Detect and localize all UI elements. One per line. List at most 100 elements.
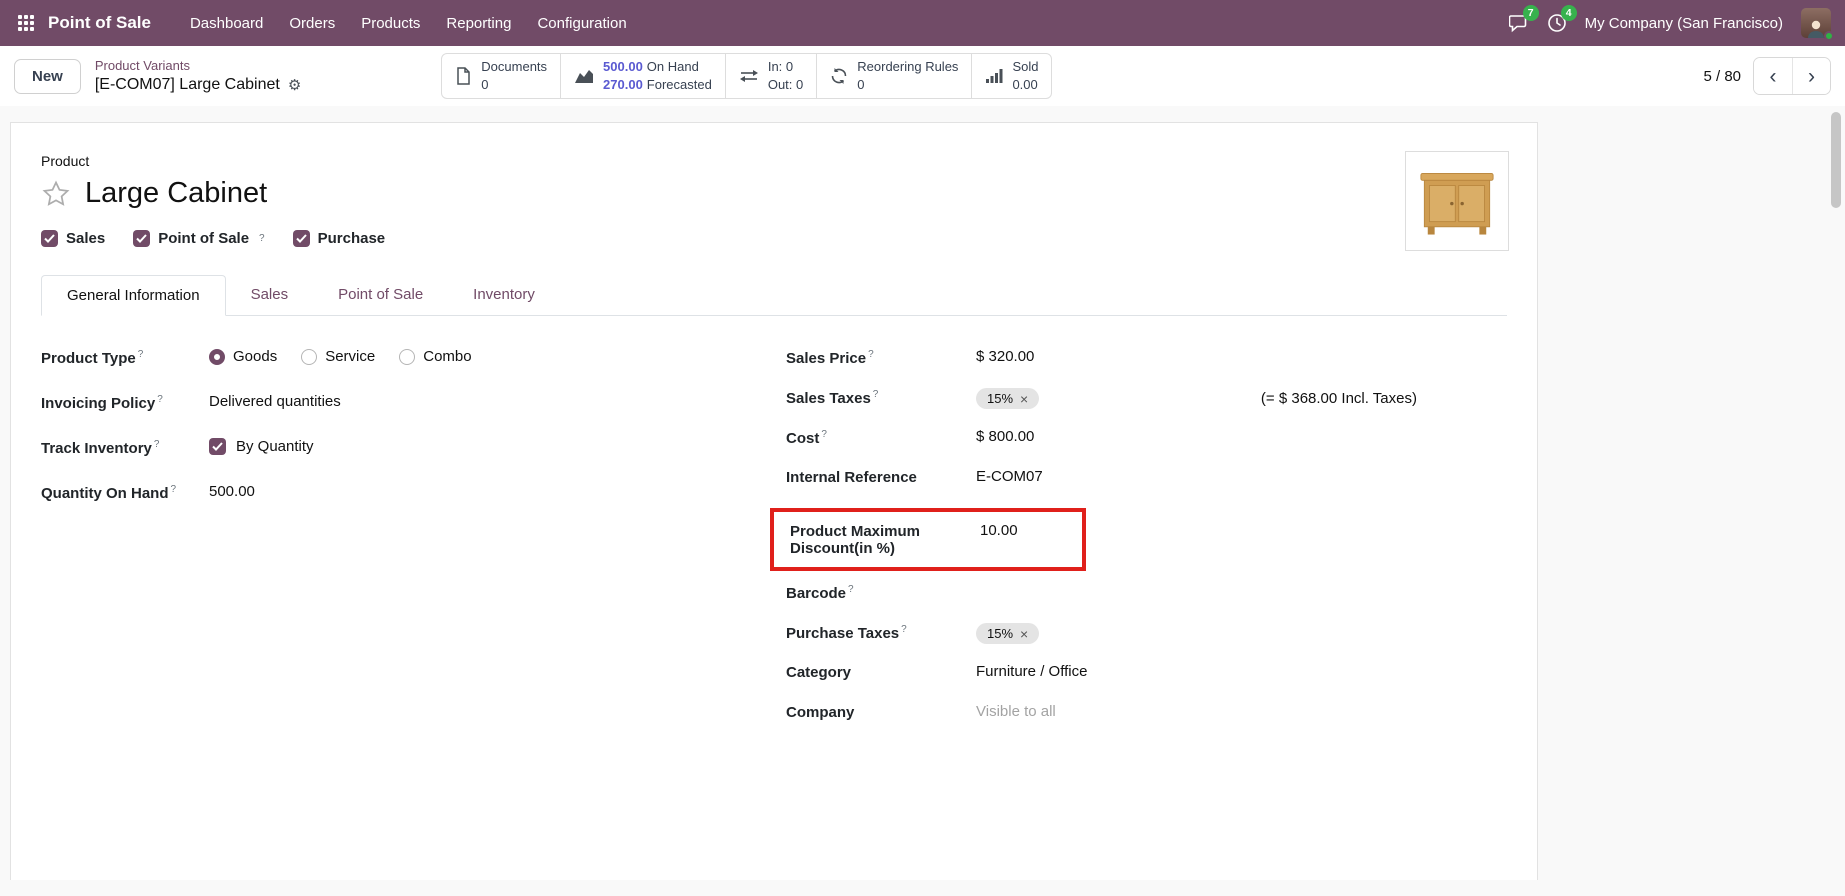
remove-tag-icon[interactable]: ×	[1020, 392, 1028, 406]
product-type-label: Product Type?	[41, 348, 209, 367]
scrollbar[interactable]	[1831, 112, 1843, 878]
company-label: Company	[786, 703, 976, 721]
forecasted-label: Forecasted	[647, 76, 712, 94]
menu-products[interactable]: Products	[348, 3, 433, 44]
cost-label: Cost?	[786, 428, 976, 447]
company-switcher[interactable]: My Company (San Francisco)	[1585, 15, 1783, 32]
on-hand-value: 500.00	[603, 58, 643, 76]
sales-price-value[interactable]: $ 320.00	[976, 348, 1479, 365]
product-name-title[interactable]: Large Cabinet	[85, 177, 267, 210]
field-cost: Cost? $ 800.00	[786, 428, 1479, 452]
purchase-tax-tag[interactable]: 15%×	[976, 623, 1039, 644]
grid-icon	[18, 15, 34, 31]
radio-service[interactable]: Service	[301, 348, 375, 365]
menu-configuration[interactable]: Configuration	[524, 3, 639, 44]
toggle-sales[interactable]: Sales	[41, 230, 105, 247]
breadcrumb-product-variants[interactable]: Product Variants	[95, 58, 190, 75]
activities-button[interactable]: 4	[1547, 13, 1567, 33]
invoicing-policy-value[interactable]: Delivered quantities	[209, 393, 786, 410]
new-button[interactable]: New	[14, 59, 81, 94]
field-company: Company Visible to all	[786, 703, 1479, 727]
quantity-on-hand-value[interactable]: 500.00	[209, 483, 786, 500]
reordering-count: 0	[857, 76, 864, 94]
track-inventory-checkbox[interactable]	[209, 438, 226, 455]
stat-label: Documents	[481, 58, 547, 76]
stat-button-documents[interactable]: Documents 0	[441, 53, 561, 99]
messages-badge: 7	[1523, 5, 1539, 21]
cabinet-image	[1414, 161, 1500, 241]
help-marker: ?	[821, 429, 827, 440]
sales-tax-tag[interactable]: 15% ×	[976, 388, 1039, 409]
remove-tag-icon[interactable]: ×	[1020, 627, 1028, 641]
stat-button-group: Documents 0 500.00On Hand 270.00Forecast…	[441, 53, 1052, 99]
tax-included-note: (= $ 368.00 Incl. Taxes)	[1261, 390, 1417, 407]
sales-taxes-label: Sales Taxes?	[786, 388, 976, 407]
tab-general-information[interactable]: General Information	[41, 275, 226, 316]
form-column-left: Product Type? Goods Service Combo Invoic…	[41, 348, 786, 743]
messages-button[interactable]: 7	[1509, 13, 1529, 33]
radio-service-input[interactable]	[301, 349, 317, 365]
apps-menu-icon[interactable]	[14, 11, 38, 35]
company-value[interactable]: Visible to all	[976, 703, 1479, 720]
content-area: Product Large Cabinet Sales Point of Sal…	[0, 122, 1845, 896]
radio-service-label: Service	[325, 348, 375, 365]
toggle-purchase[interactable]: Purchase	[293, 230, 386, 247]
field-internal-reference: Internal Reference E-COM07	[786, 468, 1479, 492]
stat-button-in-out[interactable]: In: 0 Out: 0	[725, 53, 817, 99]
form-column-right: Sales Price? $ 320.00 Sales Taxes? 15% × …	[786, 348, 1507, 743]
product-image[interactable]	[1405, 151, 1509, 251]
forecasted-value: 270.00	[603, 76, 643, 94]
max-discount-value[interactable]: 10.00	[980, 522, 1082, 539]
actions-gear-icon[interactable]: ⚙	[288, 76, 301, 96]
sales-checkbox[interactable]	[41, 230, 58, 247]
category-value[interactable]: Furniture / Office	[976, 663, 1479, 680]
stat-button-on-hand[interactable]: 500.00On Hand 270.00Forecasted	[560, 53, 726, 99]
user-avatar[interactable]	[1801, 8, 1831, 38]
tab-sales[interactable]: Sales	[226, 275, 314, 315]
category-label: Category	[786, 663, 976, 681]
radio-combo-input[interactable]	[399, 349, 415, 365]
pager-next-button[interactable]: ›	[1792, 58, 1830, 94]
pos-checkbox[interactable]	[133, 230, 150, 247]
menu-dashboard[interactable]: Dashboard	[177, 3, 276, 44]
sales-tax-tag-label: 15%	[987, 391, 1013, 406]
radio-goods[interactable]: Goods	[209, 348, 277, 365]
stat-button-sold[interactable]: Sold 0.00	[971, 53, 1052, 99]
pager-count: 5 / 80	[1703, 68, 1741, 85]
track-inventory-label: Track Inventory?	[41, 438, 209, 457]
field-max-discount: Product Maximum Discount(in %) 10.00	[790, 522, 1082, 557]
internal-reference-value[interactable]: E-COM07	[976, 468, 1479, 485]
activities-badge: 4	[1561, 5, 1577, 21]
tab-inventory[interactable]: Inventory	[448, 275, 560, 315]
toggle-point-of-sale[interactable]: Point of Sale ?	[133, 230, 264, 247]
pos-help-marker: ?	[259, 233, 265, 244]
tab-point-of-sale[interactable]: Point of Sale	[313, 275, 448, 315]
sold-value: 0.00	[1012, 76, 1037, 94]
cost-value[interactable]: $ 800.00	[976, 428, 1479, 445]
form-sheet: Product Large Cabinet Sales Point of Sal…	[10, 122, 1538, 880]
breadcrumb: Product Variants [E-COM07] Large Cabinet…	[95, 56, 301, 96]
control-panel: New Product Variants [E-COM07] Large Cab…	[0, 46, 1845, 106]
help-marker: ?	[138, 349, 144, 360]
out-count: Out: 0	[768, 76, 803, 94]
max-discount-label: Product Maximum Discount(in %)	[790, 522, 980, 557]
radio-goods-input[interactable]	[209, 349, 225, 365]
refresh-icon	[830, 67, 848, 85]
track-inventory-value[interactable]: By Quantity	[236, 438, 314, 455]
field-category: Category Furniture / Office	[786, 663, 1479, 687]
top-navbar: Point of Sale Dashboard Orders Products …	[0, 0, 1845, 46]
menu-reporting[interactable]: Reporting	[433, 3, 524, 44]
app-name[interactable]: Point of Sale	[48, 13, 151, 33]
stat-button-reordering-rules[interactable]: Reordering Rules 0	[816, 53, 972, 99]
pager-previous-button[interactable]: ‹	[1754, 58, 1792, 94]
favorite-star-icon[interactable]	[41, 179, 71, 209]
radio-combo[interactable]: Combo	[399, 348, 471, 365]
menu-orders[interactable]: Orders	[276, 3, 348, 44]
purchase-checkbox[interactable]	[293, 230, 310, 247]
sales-price-label: Sales Price?	[786, 348, 976, 367]
field-sales-taxes: Sales Taxes? 15% × (= $ 368.00 Incl. Taxe…	[786, 388, 1479, 412]
scrollbar-thumb[interactable]	[1831, 112, 1841, 208]
help-marker: ?	[868, 349, 874, 360]
pager: 5 / 80 ‹ ›	[1703, 57, 1831, 95]
field-invoicing-policy: Invoicing Policy? Delivered quantities	[41, 393, 786, 417]
